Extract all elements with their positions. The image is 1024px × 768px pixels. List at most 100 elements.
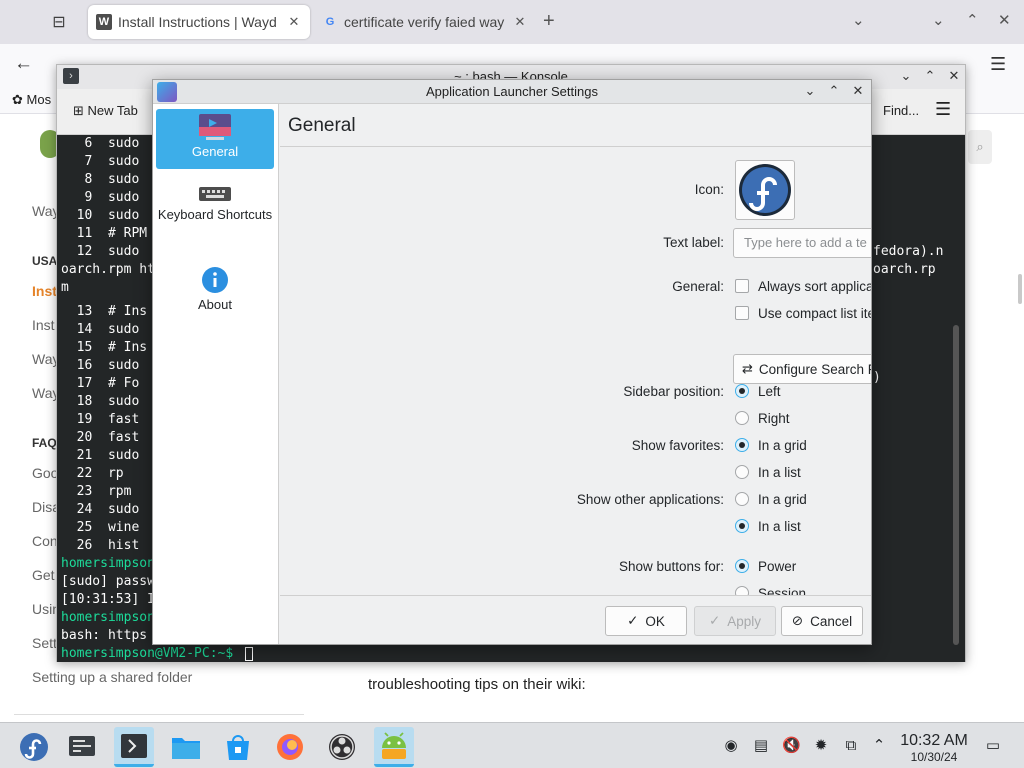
close-icon[interactable]: ✕ [849,83,867,99]
close-window-icon[interactable]: ✕ [998,11,1011,29]
category-keyboard-shortcuts[interactable]: Keyboard Shortcuts [156,180,274,250]
doc-nav-link[interactable]: Con [32,533,58,549]
new-tab-button[interactable]: ⊞ New Tab [73,103,138,119]
gear-icon: ✿ [12,92,23,107]
category-about[interactable]: About [156,262,274,320]
other-apps-grid-radio[interactable]: In a grid [735,489,807,509]
obs-tray-icon[interactable]: ◉ [722,737,740,755]
terminal-line: m [61,280,69,295]
text-label-input[interactable]: Type here to add a te [733,228,871,258]
clock-date[interactable]: 10/30/24 [896,750,972,764]
tab-certificate-search[interactable]: G certificate verify faied way ✕ [314,5,536,39]
doc-nav-link[interactable]: Get [32,567,55,583]
clipboard-icon[interactable]: ▤ [752,737,770,755]
discover-store-icon[interactable] [218,727,258,767]
radio-dot [735,492,749,506]
option-label: In a grid [758,437,807,453]
show-other-apps-label: Show other applications: [576,492,724,507]
other-apps-list-radio[interactable]: In a list [735,516,801,536]
keyboard-icon [199,187,231,201]
info-icon [202,267,228,293]
terminal-line: homersimpson [61,610,155,625]
maximize-icon[interactable]: ⌃ [966,11,979,29]
terminal-line: bash: https [61,628,148,643]
new-tab-icon[interactable]: + [543,10,555,33]
close-tab-icon[interactable]: ✕ [286,14,302,30]
launcher-settings-dialog: Application Launcher Settings ⌄ ⌃ ✕ Gene… [152,79,872,645]
radio-dot [735,559,749,573]
list-all-tabs-icon[interactable]: ⌄ [852,11,865,29]
terminal-line: 21 sudo [61,448,140,463]
category-label: Keyboard Shortcuts [157,207,273,222]
bookmark-item[interactable]: ✿ Mos [12,92,51,108]
configure-search-button[interactable]: ⇄ Configure Search F [733,354,871,384]
maximize-icon[interactable]: ⌃ [825,83,843,99]
terminal-line: 16 sudo [61,358,140,373]
doc-nav-link[interactable]: Inst [32,317,55,333]
terminal-line: 9 sudo [61,190,140,205]
terminal-line: 14 sudo [61,322,140,337]
search-icon[interactable]: ⌕ [968,130,992,164]
sidebar-right-radio[interactable]: Right [735,408,790,428]
doc-nav-link[interactable]: Setting up a shared folder [32,669,192,685]
article-text: troubleshooting tips on their wiki: [368,676,586,693]
checkmark-icon: ✓ [708,613,721,628]
android-app-icon[interactable] [374,727,414,767]
button-label: Cancel [810,613,853,629]
page-scrollbar[interactable] [1018,274,1022,304]
sidebar-left-radio[interactable]: Left [735,381,781,401]
checkmark-icon: ✓ [627,613,639,628]
minimize-icon[interactable]: ⌄ [801,83,819,99]
compact-list-checkbox[interactable]: Use compact list ite [735,303,871,323]
app-menu-icon[interactable]: ☰ [990,54,1006,75]
fedora-launcher-icon[interactable] [14,727,54,767]
category-general[interactable]: General [156,109,274,169]
firefox-icon[interactable] [270,727,310,767]
new-tab-icon: ⊞ [73,103,84,118]
tab-install-instructions[interactable]: W Install Instructions | Wayd ✕ [88,5,310,39]
doc-nav-link[interactable]: Sett [32,635,57,651]
dialog-titlebar[interactable]: Application Launcher Settings ⌄ ⌃ ✕ [153,80,871,104]
radio-dot [735,465,749,479]
network-icon[interactable]: ⧉ [842,737,860,755]
terminal-line: 22 rp [61,466,124,481]
doc-nav-link-active[interactable]: Inst [32,283,57,299]
terminal-line: 19 fast [61,412,140,427]
close-icon[interactable]: ✕ [945,68,963,84]
radio-dot [735,384,749,398]
minimize-icon[interactable]: ⌄ [932,11,945,29]
system-monitor-icon[interactable] [62,727,102,767]
find-button[interactable]: Find... [883,103,919,118]
show-desktop-icon[interactable]: ▭ [984,737,1002,755]
terminal-line: ) [873,370,881,385]
cancel-button[interactable]: ⊘ Cancel [781,606,863,636]
konsole-icon[interactable] [114,727,154,767]
terminal-line: homersimpson [61,556,155,571]
radio-dot [735,438,749,452]
settings-page: General Icon: Text label: Type here to a… [280,104,871,644]
ok-button[interactable]: ✓ OK [605,606,687,636]
clock-time[interactable]: 10:32 AM [896,732,972,750]
close-tab-icon[interactable]: ✕ [512,14,528,30]
terminal-line: 20 fast [61,430,140,445]
terminal-line: 6 sudo [61,136,140,151]
apply-button[interactable]: ✓ Apply [694,606,776,636]
favorites-grid-radio[interactable]: In a grid [735,435,807,455]
files-icon[interactable] [166,727,206,767]
launcher-icon-button[interactable] [735,160,795,220]
buttons-power-radio[interactable]: Power [735,556,796,576]
terminal-scrollbar[interactable] [953,325,959,645]
back-icon[interactable]: ← [14,53,33,75]
minimize-icon[interactable]: ⌄ [897,68,915,84]
obs-icon[interactable] [322,727,362,767]
volume-muted-icon[interactable]: 🔇 [782,737,801,755]
hamburger-menu-icon[interactable]: ☰ [935,99,951,120]
show-hidden-icons-icon[interactable]: ⌃ [870,737,888,755]
maximize-icon[interactable]: ⌃ [921,68,939,84]
always-sort-checkbox[interactable]: Always sort applica [735,276,871,296]
favorites-list-radio[interactable]: In a list [735,462,801,482]
brightness-icon[interactable]: ✹ [812,737,830,755]
tab-list-icon[interactable]: ⊟ [48,12,70,32]
doc-nav-link[interactable]: Goo [32,465,58,481]
icon-label: Icon: [694,182,724,197]
